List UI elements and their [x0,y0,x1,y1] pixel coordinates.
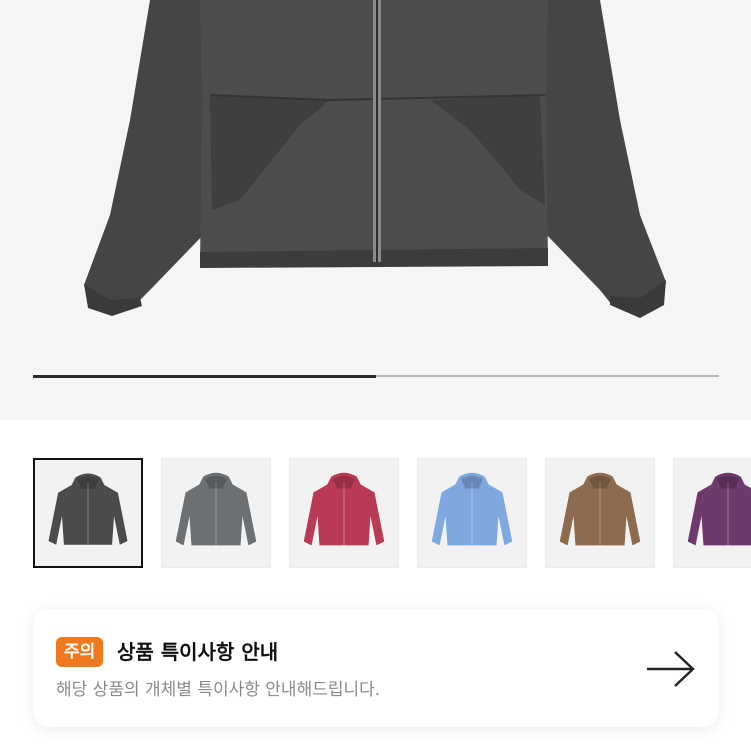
gallery-progress-fill [33,374,376,378]
product-notice-card[interactable]: 주의 상품 특이사항 안내 해당 상품의 개체별 특이사항 안내해드립니다. [33,609,719,727]
jacket-thumbnail-image [48,473,128,545]
caution-badge: 주의 [56,637,104,667]
jacket-image [84,0,666,318]
thumbnail-blue[interactable] [417,458,527,568]
thumbnail-strip[interactable] [0,458,751,570]
jacket-thumbnail-image [431,472,513,546]
thumbnail-charcoal[interactable] [33,458,143,568]
jacket-thumbnail-image [303,472,385,546]
notice-title: 상품 특이사항 안내 [117,640,279,664]
jacket-thumbnail-image [175,472,257,546]
thumbnail-purple[interactable] [673,458,751,568]
jacket-thumbnail-image [687,472,751,546]
gallery-progress-track[interactable] [33,374,719,378]
thumbnail-red[interactable] [289,458,399,568]
notice-subtitle: 해당 상품의 개체별 특이사항 안내해드립니다. [56,680,381,700]
thumbnail-brown[interactable] [545,458,655,568]
thumbnail-grey[interactable] [161,458,271,568]
jacket-thumbnail-image [559,472,641,546]
product-hero-image[interactable] [0,0,751,420]
arrow-right-icon[interactable] [645,649,697,689]
